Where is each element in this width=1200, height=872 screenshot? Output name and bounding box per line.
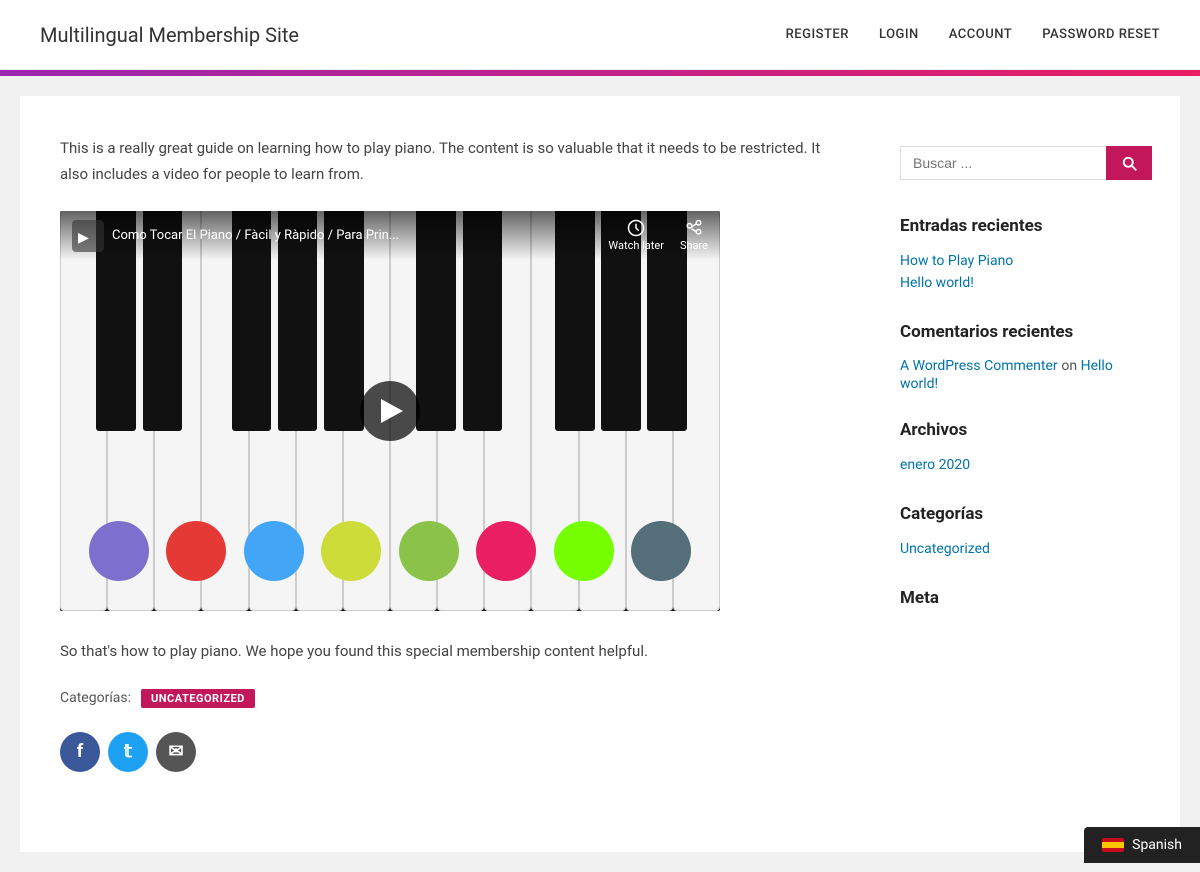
facebook-button[interactable]: f <box>60 732 100 772</box>
main-content: This is a really great guide on learning… <box>60 136 840 812</box>
colored-dots <box>60 521 720 581</box>
video-actions: Watch later Share <box>608 219 708 252</box>
archives-section: Archivos enero 2020 <box>900 420 1140 476</box>
intro-text: This is a really great guide on learning… <box>60 136 840 187</box>
recent-comments-section: Comentarios recientes A WordPress Commen… <box>900 322 1140 392</box>
recent-posts-section: Entradas recientes How to Play Piano Hel… <box>900 216 1140 294</box>
play-triangle-icon <box>381 399 403 423</box>
dot-purple <box>89 521 149 581</box>
recent-post-1[interactable]: Hello world! <box>900 272 1140 294</box>
play-button[interactable] <box>360 381 420 441</box>
watch-later-label: Watch later <box>608 239 664 252</box>
share-icon <box>685 219 703 237</box>
youtube-icon: ▶ <box>72 220 104 252</box>
meta-title: Meta <box>900 588 1140 608</box>
spanish-flag-icon <box>1102 838 1124 852</box>
archive-0[interactable]: enero 2020 <box>900 454 1140 476</box>
language-switcher[interactable]: Spanish <box>1084 827 1200 863</box>
svg-text:▶: ▶ <box>78 230 89 246</box>
video-embed[interactable]: ▶ Como Tocar El Piano / Fàcil y Ràpido /… <box>60 211 720 611</box>
dot-blue <box>244 521 304 581</box>
categories-row: Categorías: UNCATEGORIZED <box>60 689 840 708</box>
nav-password-reset[interactable]: PASSWORD RESET <box>1042 27 1160 42</box>
commenter-0[interactable]: A WordPress Commenter <box>900 358 1058 374</box>
categories-section: Categorías Uncategorized <box>900 504 1140 560</box>
watch-later-action[interactable]: Watch later <box>608 219 664 252</box>
dot-pink <box>476 521 536 581</box>
categories-title-sidebar: Categorías <box>900 504 1140 524</box>
archives-title: Archivos <box>900 420 1140 440</box>
comment-on-0: on <box>1061 358 1080 374</box>
dot-yellow-green <box>321 521 381 581</box>
recent-comments-title: Comentarios recientes <box>900 322 1140 342</box>
share-label: Share <box>680 239 708 252</box>
main-nav: REGISTER LOGIN ACCOUNT PASSWORD RESET <box>786 27 1160 42</box>
video-title-text: Como Tocar El Piano / Fàcil y Ràpido / P… <box>112 228 399 243</box>
categories-label: Categorías: <box>60 690 131 706</box>
search-input[interactable] <box>900 146 1106 180</box>
dot-bright-green <box>554 521 614 581</box>
uncategorized-badge[interactable]: UNCATEGORIZED <box>141 689 255 708</box>
nav-register[interactable]: REGISTER <box>786 27 849 42</box>
meta-section: Meta <box>900 588 1140 608</box>
recent-posts-title: Entradas recientes <box>900 216 1140 236</box>
accent-bar <box>0 70 1200 76</box>
main-wrapper: This is a really great guide on learning… <box>20 96 1180 852</box>
twitter-button[interactable]: 𝕥 <box>108 732 148 772</box>
comment-entry-0: A WordPress Commenter on Hello world! <box>900 356 1140 392</box>
dot-steel-blue <box>631 521 691 581</box>
video-title-area: ▶ Como Tocar El Piano / Fàcil y Ràpido /… <box>72 220 399 252</box>
search-icon <box>1120 154 1138 172</box>
email-button[interactable]: ✉ <box>156 732 196 772</box>
site-header: Multilingual Membership Site REGISTER LO… <box>0 0 1200 70</box>
dot-light-green <box>399 521 459 581</box>
nav-account[interactable]: ACCOUNT <box>949 27 1012 42</box>
nav-login[interactable]: LOGIN <box>879 27 919 42</box>
outro-text: So that's how to play piano. We hope you… <box>60 639 840 665</box>
video-top-bar: ▶ Como Tocar El Piano / Fàcil y Ràpido /… <box>60 211 720 260</box>
search-widget <box>900 146 1140 180</box>
dot-red <box>166 521 226 581</box>
recent-post-0[interactable]: How to Play Piano <box>900 250 1140 272</box>
clock-icon <box>627 219 645 237</box>
search-button[interactable] <box>1106 146 1152 180</box>
site-title[interactable]: Multilingual Membership Site <box>40 23 299 47</box>
language-label: Spanish <box>1132 837 1182 853</box>
category-0[interactable]: Uncategorized <box>900 538 1140 560</box>
flag-red-stripe-2 <box>1102 848 1124 852</box>
social-icons: f 𝕥 ✉ <box>60 732 840 772</box>
share-action[interactable]: Share <box>680 219 708 252</box>
sidebar: Entradas recientes How to Play Piano Hel… <box>900 136 1140 812</box>
